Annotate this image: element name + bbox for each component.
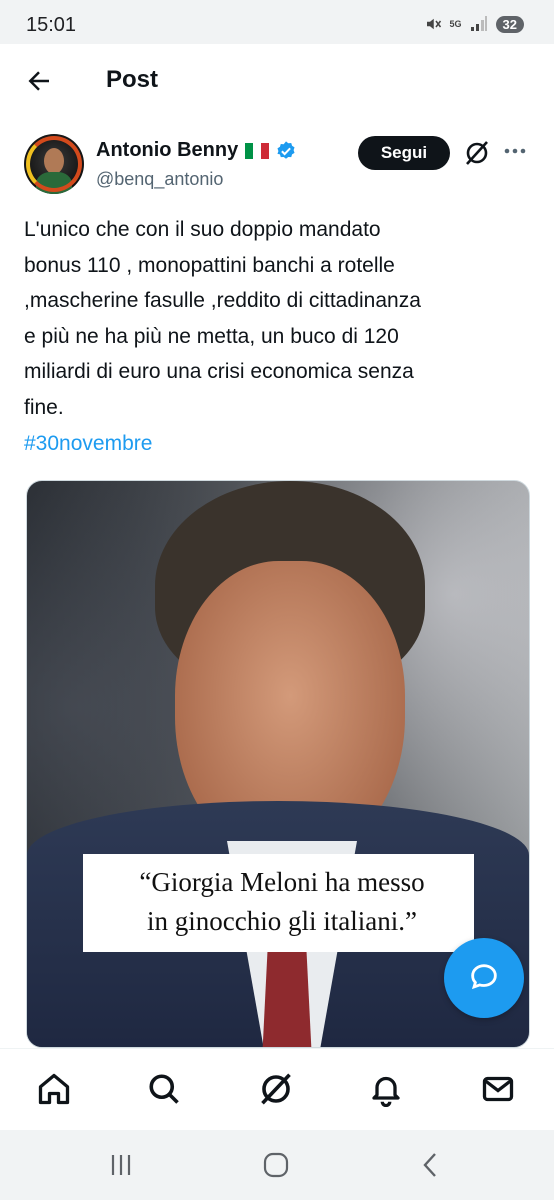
back-icon[interactable] xyxy=(416,1150,446,1180)
reply-compose-button[interactable] xyxy=(444,938,524,1018)
page-title: Post xyxy=(106,66,159,93)
app-header: Post xyxy=(0,44,554,120)
battery-badge: 32 xyxy=(495,15,524,33)
search-icon[interactable] xyxy=(146,1071,182,1107)
bottom-tab-bar xyxy=(0,1048,554,1131)
author-handle[interactable]: @benq_antonio xyxy=(96,169,223,190)
status-icons: 5G 32 xyxy=(424,15,524,33)
verified-badge-icon xyxy=(277,140,295,159)
home-icon[interactable] xyxy=(36,1071,72,1107)
more-options-icon[interactable] xyxy=(502,139,528,163)
recent-apps-icon[interactable] xyxy=(106,1150,136,1180)
author-name-row[interactable]: Antonio Benny xyxy=(96,139,297,162)
quote-line-2: in ginocchio gli italiani.” xyxy=(147,906,417,936)
grok-icon[interactable] xyxy=(258,1071,294,1107)
mute-icon xyxy=(426,18,441,30)
image-quote: “Giorgia Meloni ha messo in ginocchio gl… xyxy=(87,863,477,941)
tweet-text: L'unico che con il suo doppio mandato bo… xyxy=(24,218,421,419)
network-type: 5G xyxy=(449,18,462,29)
speech-bubble-icon xyxy=(471,963,497,989)
quote-line-1: “Giorgia Meloni ha messo xyxy=(139,867,425,897)
hashtag-link[interactable]: #30novembre xyxy=(24,426,152,461)
messages-icon[interactable] xyxy=(480,1071,516,1107)
italy-flag-icon xyxy=(245,142,270,159)
avatar[interactable] xyxy=(24,134,84,194)
status-bar: 15:01 5G 32 xyxy=(0,0,554,44)
status-time: 15:01 xyxy=(26,14,77,36)
system-nav-bar xyxy=(0,1130,554,1200)
follow-button[interactable]: Segui xyxy=(358,136,450,170)
signal-icon xyxy=(470,16,487,31)
grok-icon[interactable] xyxy=(464,140,490,166)
home-circle-icon[interactable] xyxy=(261,1150,291,1180)
notifications-icon[interactable] xyxy=(368,1071,404,1107)
back-arrow-icon[interactable] xyxy=(24,66,54,96)
author-name[interactable]: Antonio Benny xyxy=(96,139,238,162)
